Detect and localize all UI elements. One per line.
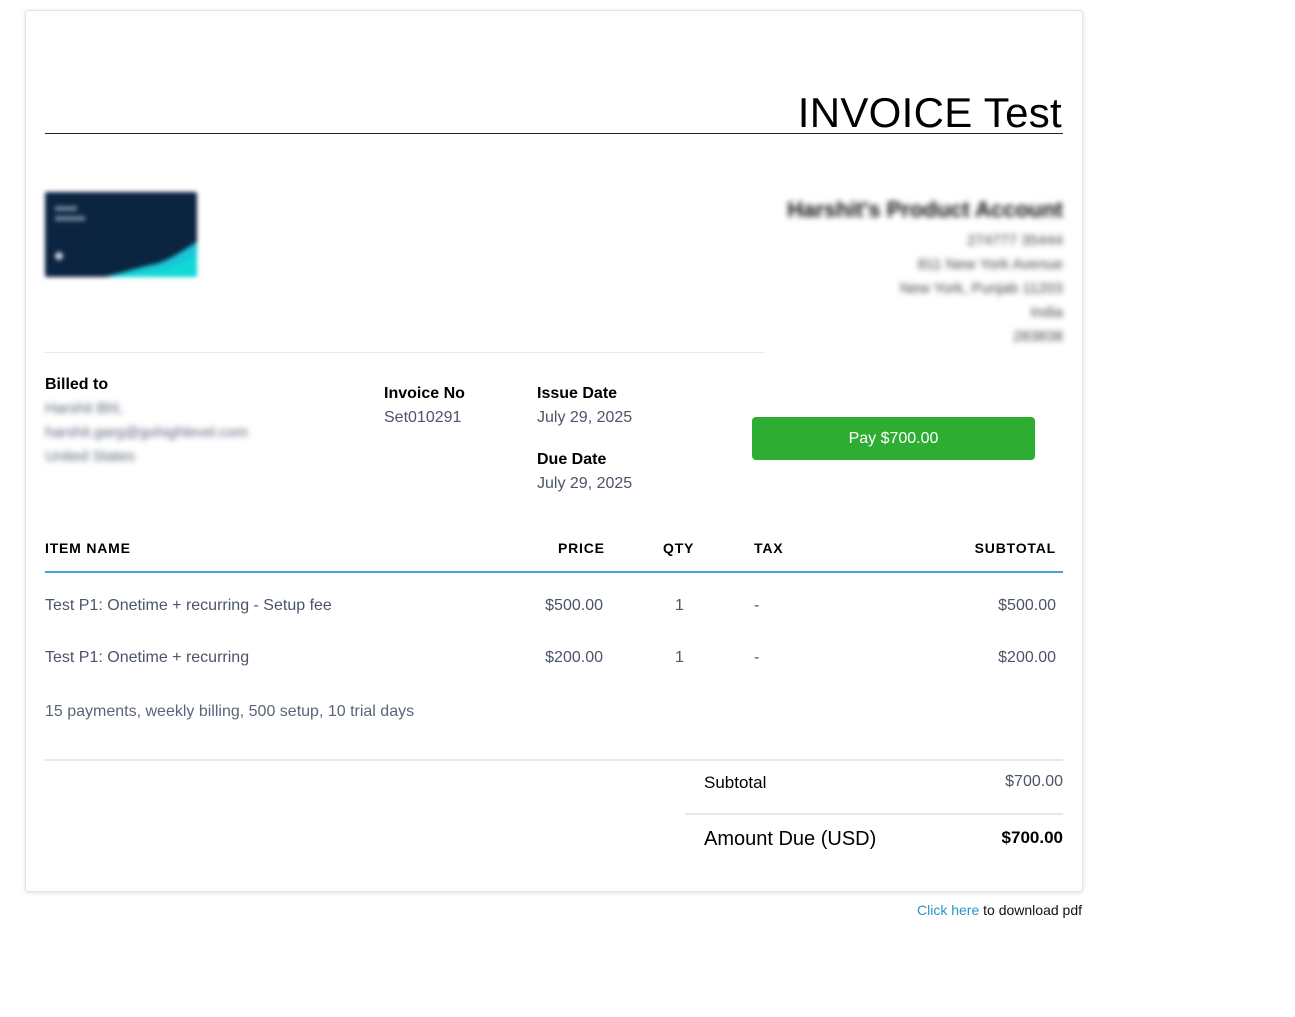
pay-button[interactable]: Pay $700.00 [752, 417, 1035, 460]
download-pdf-row: Click here to download pdf [917, 902, 1082, 918]
due-date-label: Due Date [537, 451, 607, 468]
issue-date-label: Issue Date [537, 385, 618, 402]
item-price: $500.00 [545, 597, 603, 614]
item-qty: 1 [675, 597, 684, 614]
item-name: Test P1: Onetime + recurring - Setup fee [45, 597, 332, 614]
company-info: Harshit's Product Account 274777 35444 8… [787, 197, 1063, 349]
billed-to-label: Billed to [45, 376, 109, 393]
header-divider [45, 352, 765, 353]
column-header-subtotal: SUBTOTAL [974, 540, 1056, 556]
column-header-price: PRICE [558, 540, 605, 556]
item-tax: - [754, 649, 760, 666]
invoice-card: INVOICE Test Harshit's Product Account 2… [25, 10, 1083, 892]
subtotal-label: Subtotal [704, 773, 767, 792]
company-line: New York, Punjab 11203 [899, 280, 1063, 297]
invoice-no-value: Set010291 [384, 409, 462, 426]
amount-due-divider [685, 813, 1063, 815]
invoice-title: INVOICE Test [797, 89, 1062, 136]
company-logo [45, 192, 197, 277]
item-name: Test P1: Onetime + recurring [45, 649, 250, 666]
billed-to-country: United States [45, 448, 136, 465]
item-subtotal: $200.00 [998, 649, 1056, 666]
item-subtotal: $500.00 [998, 597, 1056, 614]
due-date-value: July 29, 2025 [537, 475, 633, 492]
item-qty: 1 [675, 649, 684, 666]
billed-to-name: Harshit Bhl, [45, 400, 123, 417]
company-name: Harshit's Product Account [787, 197, 1063, 222]
download-pdf-text: to download pdf [979, 902, 1082, 918]
company-line: 811 New York Avenue [917, 256, 1063, 273]
amount-due-label: Amount Due (USD) [704, 828, 877, 850]
table-header-divider [45, 571, 1063, 573]
company-line: 283838 [1012, 328, 1063, 345]
billing-note: 15 payments, weekly billing, 500 setup, … [45, 703, 415, 720]
item-tax: - [754, 597, 760, 614]
company-line: 274777 35444 [967, 232, 1063, 249]
subtotal-value: $700.00 [1005, 773, 1063, 790]
totals-divider [45, 759, 1063, 761]
issue-date-value: July 29, 2025 [537, 409, 633, 426]
download-pdf-link[interactable]: Click here [917, 902, 979, 918]
billed-to-email: harshit.garg@gohighlevel.com [45, 424, 248, 441]
item-price: $200.00 [545, 649, 603, 666]
company-line: India [1030, 304, 1063, 321]
column-header-item: ITEM NAME [45, 540, 131, 556]
amount-due-value: $700.00 [1001, 828, 1063, 847]
invoice-no-label: Invoice No [384, 385, 465, 402]
column-header-qty: QTY [663, 540, 695, 556]
title-divider [45, 133, 1063, 134]
column-header-tax: TAX [754, 540, 784, 556]
